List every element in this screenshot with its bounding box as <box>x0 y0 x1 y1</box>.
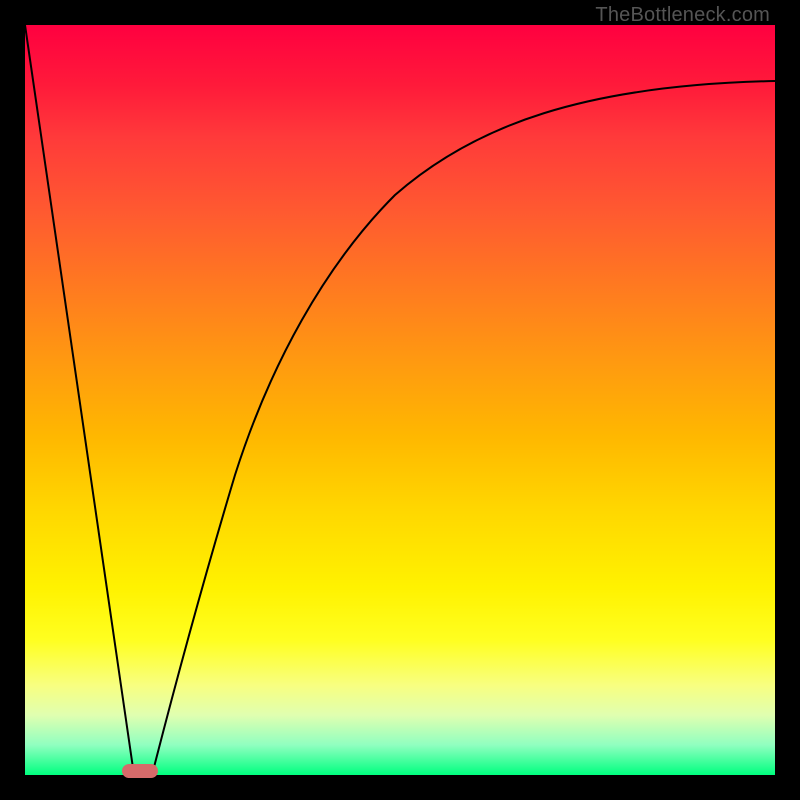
bottleneck-curve <box>25 25 775 775</box>
chart-frame: TheBottleneck.com <box>0 0 800 800</box>
watermark-text: TheBottleneck.com <box>595 4 770 27</box>
bottleneck-marker <box>122 764 158 778</box>
curve-right <box>152 81 775 775</box>
plot-area <box>25 25 775 775</box>
curve-left <box>25 25 134 775</box>
